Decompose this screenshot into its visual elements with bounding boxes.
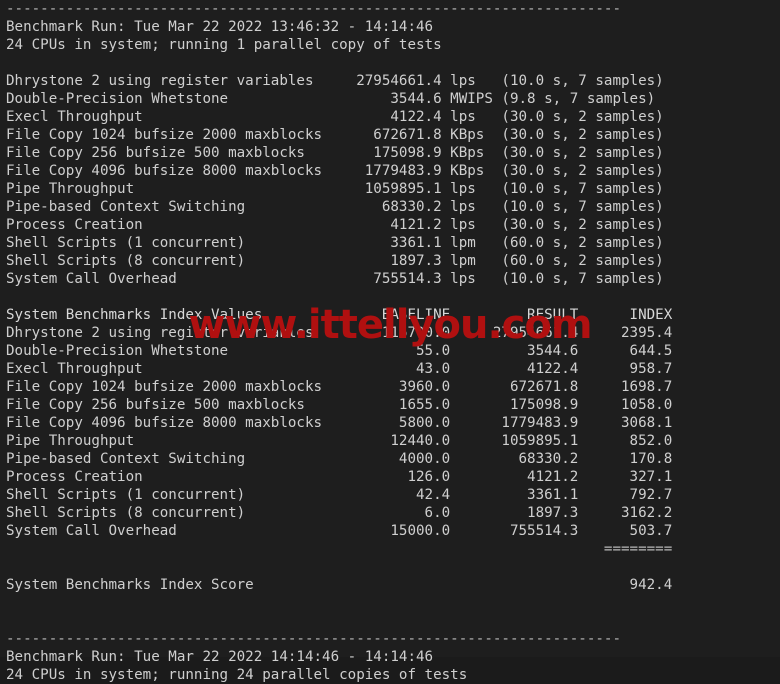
terminal-line: Benchmark Run: Tue Mar 22 2022 14:14:46 … <box>6 648 776 666</box>
terminal-line: Shell Scripts (8 concurrent) 1897.3 lpm … <box>6 252 776 270</box>
terminal-line: File Copy 256 bufsize 500 maxblocks 1750… <box>6 144 776 162</box>
terminal-output: ----------------------------------------… <box>6 0 776 684</box>
terminal-line: File Copy 256 bufsize 500 maxblocks 1655… <box>6 396 776 414</box>
terminal-line: 24 CPUs in system; running 1 parallel co… <box>6 36 776 54</box>
terminal-line <box>6 594 776 612</box>
terminal-line: File Copy 4096 bufsize 8000 maxblocks 17… <box>6 162 776 180</box>
terminal-line: Double-Precision Whetstone 55.0 3544.6 6… <box>6 342 776 360</box>
terminal-line: System Benchmarks Index Values BASELINE … <box>6 306 776 324</box>
terminal-line: System Call Overhead 755514.3 lps (10.0 … <box>6 270 776 288</box>
terminal-line: Process Creation 4121.2 lps (30.0 s, 2 s… <box>6 216 776 234</box>
terminal-line: File Copy 4096 bufsize 8000 maxblocks 58… <box>6 414 776 432</box>
terminal-line: ======== <box>6 540 776 558</box>
terminal-line: Execl Throughput 4122.4 lps (30.0 s, 2 s… <box>6 108 776 126</box>
terminal-line <box>6 558 776 576</box>
terminal-window: ----------------------------------------… <box>0 0 780 657</box>
terminal-line: Shell Scripts (1 concurrent) 42.4 3361.1… <box>6 486 776 504</box>
terminal-line <box>6 54 776 72</box>
terminal-line: Pipe Throughput 12440.0 1059895.1 852.0 <box>6 432 776 450</box>
terminal-line: Dhrystone 2 using register variables 279… <box>6 72 776 90</box>
terminal-line: System Benchmarks Index Score 942.4 <box>6 576 776 594</box>
terminal-line <box>6 288 776 306</box>
terminal-line: Pipe Throughput 1059895.1 lps (10.0 s, 7… <box>6 180 776 198</box>
terminal-line: Shell Scripts (1 concurrent) 3361.1 lpm … <box>6 234 776 252</box>
terminal-line: Benchmark Run: Tue Mar 22 2022 13:46:32 … <box>6 18 776 36</box>
terminal-line: System Call Overhead 15000.0 755514.3 50… <box>6 522 776 540</box>
terminal-line <box>6 612 776 630</box>
terminal-line: 24 CPUs in system; running 24 parallel c… <box>6 666 776 684</box>
terminal-line: Pipe-based Context Switching 4000.0 6833… <box>6 450 776 468</box>
terminal-line: File Copy 1024 bufsize 2000 maxblocks 67… <box>6 126 776 144</box>
terminal-line: Dhrystone 2 using register variables 116… <box>6 324 776 342</box>
terminal-line: ----------------------------------------… <box>6 630 776 648</box>
terminal-line: Pipe-based Context Switching 68330.2 lps… <box>6 198 776 216</box>
terminal-line: Shell Scripts (8 concurrent) 6.0 1897.3 … <box>6 504 776 522</box>
terminal-line: Double-Precision Whetstone 3544.6 MWIPS … <box>6 90 776 108</box>
terminal-line: Execl Throughput 43.0 4122.4 958.7 <box>6 360 776 378</box>
terminal-line: Process Creation 126.0 4121.2 327.1 <box>6 468 776 486</box>
terminal-line: File Copy 1024 bufsize 2000 maxblocks 39… <box>6 378 776 396</box>
terminal-line: ----------------------------------------… <box>6 0 776 18</box>
